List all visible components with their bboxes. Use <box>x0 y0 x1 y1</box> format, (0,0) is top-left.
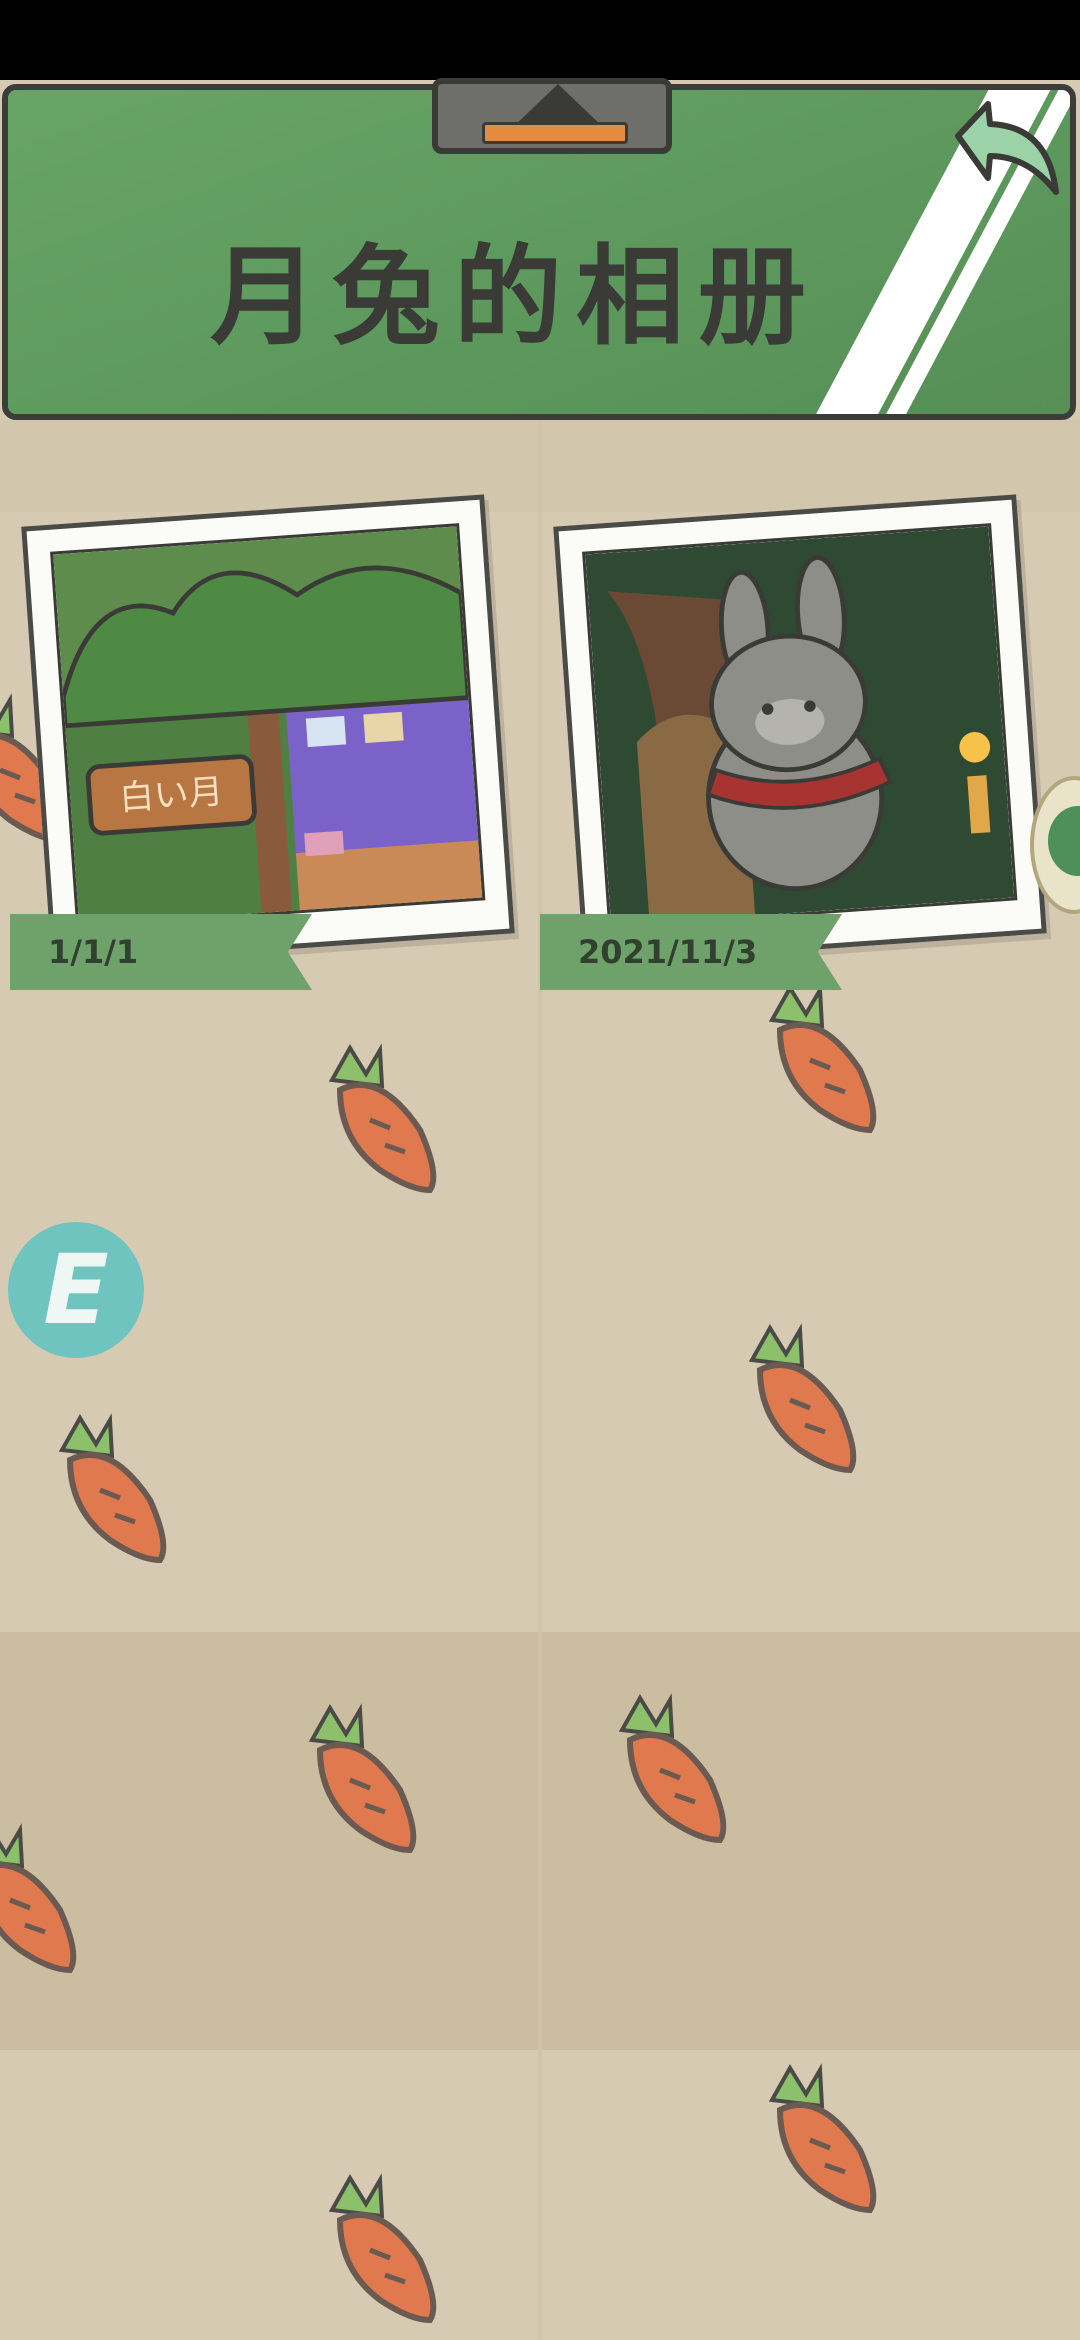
carrot-icon <box>0 1823 77 1974</box>
carrot-icon <box>768 2063 877 2214</box>
header-hanger-icon <box>432 78 672 154</box>
photo-card[interactable]: 白い月 <box>21 494 515 966</box>
photo-image <box>582 523 1018 929</box>
shop-scene-image: 白い月 <box>53 526 483 926</box>
back-arrow-icon[interactable] <box>928 96 1068 206</box>
carrot-icon <box>328 2173 437 2324</box>
carrot-icon <box>748 1323 857 1474</box>
page-title: 月兔的相册 <box>209 235 820 360</box>
photo-date: 1/1/1 <box>10 914 312 990</box>
shop-sign-text: 白い月 <box>118 772 224 819</box>
carrot-icon <box>618 1693 727 1844</box>
rabbit-scene-image <box>585 526 1015 926</box>
status-bar <box>0 0 1080 80</box>
photo-card[interactable] <box>553 494 1047 966</box>
floating-e-badge[interactable]: E <box>8 1222 144 1358</box>
carrot-icon <box>328 1043 437 1194</box>
photo-image: 白い月 <box>50 523 486 929</box>
photo-date: 2021/11/3 <box>540 914 842 990</box>
carrot-icon <box>308 1703 417 1854</box>
side-widget-icon <box>1048 806 1080 876</box>
carrot-icon <box>768 983 877 1134</box>
carrot-icon <box>58 1413 167 1564</box>
